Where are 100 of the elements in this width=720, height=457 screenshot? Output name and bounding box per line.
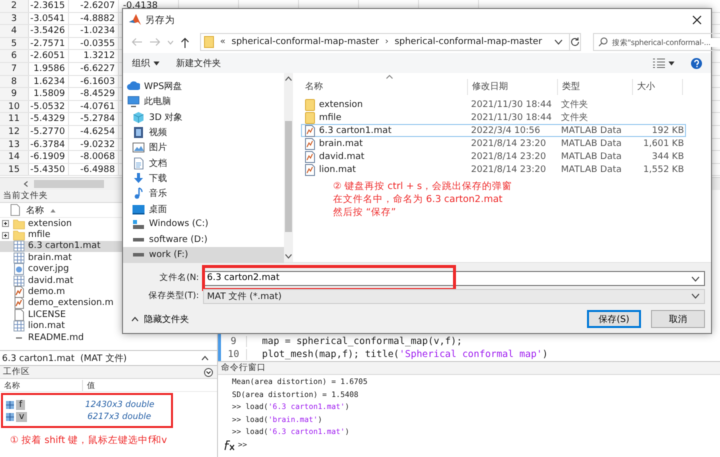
caret-down-icon	[668, 60, 675, 66]
table-cell: -5.2770	[29, 126, 69, 138]
nav-item[interactable]: 下载	[123, 170, 284, 186]
variable-value: 6217x3 double	[87, 412, 152, 422]
table-cell: -2.3615	[29, 0, 69, 12]
refresh-icon	[570, 37, 580, 47]
table-cell: -6.1909	[29, 151, 69, 163]
field-label: 保存类型(T):	[147, 290, 200, 302]
status-text: 6.3 carton1.mat (MAT 文件)	[2, 352, 127, 364]
row-number: 7	[0, 62, 29, 75]
table-cell: -6.3784	[29, 138, 69, 150]
nav-item[interactable]: 文档	[123, 155, 284, 171]
sort-arrow-icon	[50, 208, 56, 212]
table-cell: -0.0355	[69, 38, 119, 50]
folder-icon	[13, 229, 25, 242]
column-header[interactable]: 值	[83, 380, 95, 390]
file-row[interactable]: brain.mat 2021/8/14 23:20 MATLAB Data 1,601 KB	[301, 137, 686, 150]
data-file-icon	[305, 150, 315, 162]
file-row[interactable]: README.md	[0, 332, 217, 344]
scrollbar-thumb[interactable]	[34, 180, 104, 188]
field-label: 文件名(N:	[158, 272, 200, 284]
column-header[interactable]: 名称	[26, 204, 44, 216]
nav-item[interactable]: 桌面	[123, 201, 284, 217]
hide-folders-button[interactable]: 隐藏文件夹	[131, 312, 189, 326]
table-cell: 1.6234	[29, 76, 69, 88]
close-icon	[692, 15, 702, 25]
row-number: 14	[0, 151, 29, 163]
panel-title: 当前文件夹	[3, 190, 48, 202]
code-line: map = spherical_conformal_map(v,f);	[262, 336, 462, 347]
save-button[interactable]: 保存(S)	[587, 310, 641, 328]
table-cell: -2.6051	[29, 50, 69, 62]
row-number: 3	[0, 12, 29, 24]
scrollbar-thumb[interactable]	[285, 121, 292, 232]
forward-arrow-icon	[149, 37, 161, 47]
column-header[interactable]: 名称	[0, 380, 83, 390]
file-row[interactable]: mfile 2021/11/30 18:44 文件夹	[301, 111, 686, 124]
annotation-text: ① 按着 shift 键，鼠标左键选中f和v	[9, 434, 168, 447]
column-header[interactable]: 类型	[558, 79, 633, 95]
toolbar-button[interactable]: 组织	[129, 54, 163, 72]
refresh-button[interactable]	[570, 33, 582, 51]
picture-icon	[132, 141, 145, 154]
data-file-icon	[13, 252, 25, 264]
table-cell: 1.3212	[69, 50, 119, 62]
column-header[interactable]: 名称	[293, 79, 468, 95]
caret-up-icon	[131, 316, 139, 322]
table-cell: 1.9586	[29, 62, 69, 75]
table-cell: -6.4988	[69, 164, 119, 176]
column-header[interactable]: 修改日期	[468, 79, 558, 95]
variable-name[interactable]: f	[6, 400, 26, 410]
row-number: 15	[0, 164, 29, 176]
column-header[interactable]: 大小	[633, 79, 683, 95]
table-cell: -5.4329	[29, 113, 69, 125]
toolbar-button[interactable]: 新建文件夹	[173, 54, 224, 72]
table-cell: -5.2784	[69, 113, 119, 125]
nav-item[interactable]: 图片	[123, 140, 284, 156]
folder-icon	[305, 112, 315, 124]
file-row[interactable]: 6.3 carton1.mat 2022/3/4 10:56 MATLAB Data 192 KB	[301, 124, 686, 137]
row-number: 12	[0, 126, 29, 138]
data-file-icon	[13, 320, 25, 332]
scroll-down-icon	[285, 254, 292, 259]
variable-name[interactable]: v	[6, 412, 28, 422]
table-cell: -4.8882	[69, 12, 119, 24]
table-cell: -4.0761	[69, 100, 119, 112]
data-file-icon	[13, 274, 25, 287]
line-number: 10	[221, 349, 247, 360]
nav-item[interactable]: 此电脑	[123, 94, 284, 110]
data-file-icon	[305, 138, 315, 150]
row-number: 5	[0, 38, 29, 50]
row-number: 4	[0, 25, 29, 37]
file-type-dropdown[interactable]: MAT 文件 (*.mat)	[203, 288, 705, 304]
row-number: 8	[0, 76, 29, 88]
drive-icon	[133, 252, 144, 257]
grid-icon	[6, 401, 14, 409]
file-name-field[interactable]: 6.3 carton2.mat	[203, 270, 705, 286]
chevron-down-icon	[167, 40, 174, 44]
nav-item[interactable]: Windows (C:)	[123, 216, 284, 232]
nav-item[interactable]: 3D 对象	[123, 110, 284, 125]
nav-item[interactable]: WPS网盘	[123, 79, 284, 94]
table-cell: -8.0068	[69, 151, 119, 163]
chevron-down-icon	[691, 276, 700, 282]
file-row[interactable]: david.mat 2021/8/14 23:20 MATLAB Data 344 KB	[301, 150, 686, 163]
file-row[interactable]: extension 2021/11/30 18:44 文件夹	[301, 98, 686, 111]
grid-icon	[6, 413, 14, 421]
row-number: 13	[0, 138, 29, 150]
nav-item[interactable]: 音乐	[123, 186, 284, 202]
table-cell: -9.0232	[69, 138, 119, 150]
document-icon	[13, 308, 25, 321]
cancel-button[interactable]: 取消	[651, 310, 705, 328]
nav-item[interactable]: work (F:)	[123, 247, 284, 263]
nav-item[interactable]: 视频	[123, 124, 284, 140]
file-row[interactable]: lion.mat 2021/8/14 23:20 MATLAB Data 1,552 KB	[301, 163, 686, 176]
address-bar[interactable]: « spherical-conformal-map-master › spherical-conformal-map-master	[200, 33, 570, 51]
film-icon	[132, 126, 145, 140]
fx-icon	[222, 438, 236, 451]
drive-icon	[132, 218, 145, 231]
annotation-text: ② 键盘再按 ctrl + s，会跳出保存的弹窗 在文件名中，命名为 6.3 carton2.mat 然后按 “保存”	[333, 180, 513, 219]
line-number: 9	[221, 336, 247, 347]
variable-value: 12430x3 double	[85, 400, 154, 410]
help-button[interactable]	[688, 56, 705, 70]
down-arrow-icon	[132, 172, 145, 185]
